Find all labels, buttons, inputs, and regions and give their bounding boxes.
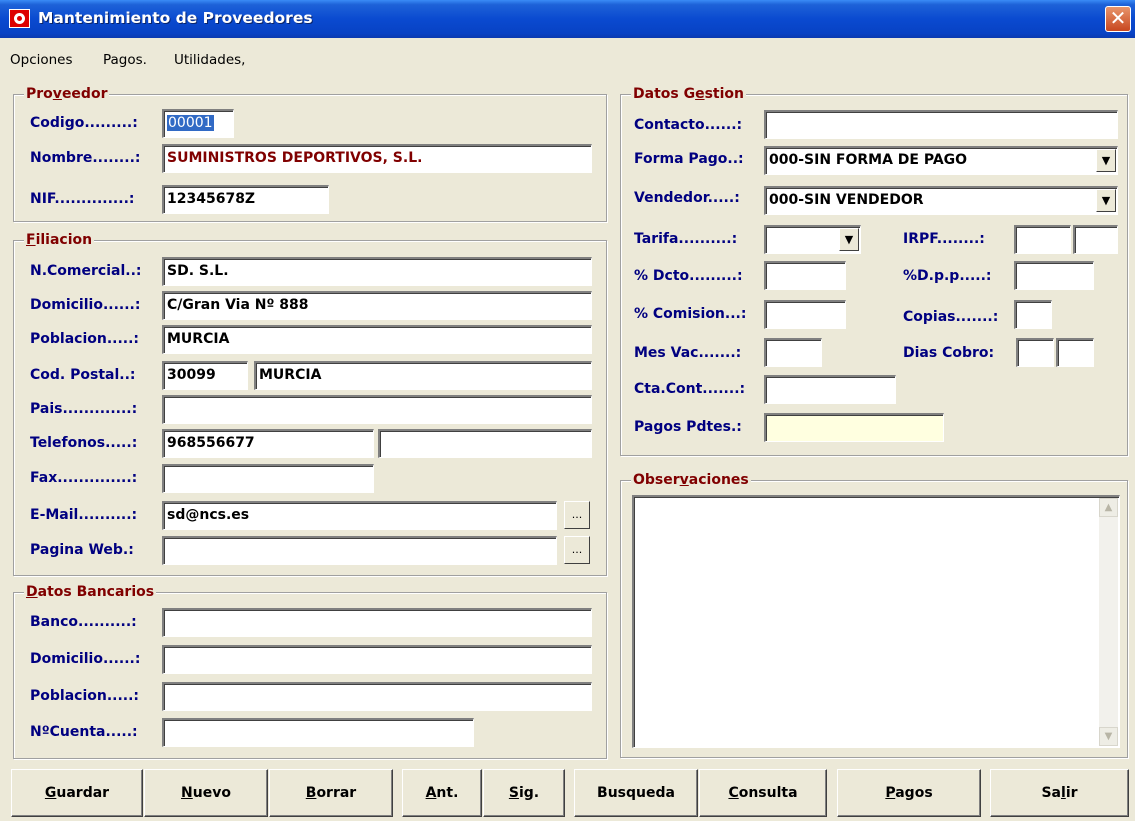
nuevo-button[interactable]: Nuevo: [144, 769, 268, 817]
nif-field[interactable]: 12345678Z: [162, 185, 329, 214]
telefono2-field[interactable]: [378, 429, 592, 458]
codigo-value: 00001: [167, 115, 214, 131]
nombre-label: Nombre........:: [30, 150, 141, 166]
web-field[interactable]: [162, 536, 557, 565]
codpostal-field[interactable]: 30099: [162, 361, 248, 390]
bancarios-legend: Datos Bancarios: [24, 583, 157, 601]
banco-label: Banco..........:: [30, 614, 137, 630]
pais-label: Pais.............:: [30, 401, 138, 417]
poblacion-label: Poblacion.....:: [30, 331, 140, 347]
tarifa-label: Tarifa..........:: [634, 231, 738, 247]
consulta-button[interactable]: Consulta: [699, 769, 827, 817]
comision-label: % Comision...:: [634, 306, 747, 322]
ncomercial-field[interactable]: SD. S.L.: [162, 257, 592, 286]
app-icon: [9, 9, 30, 28]
fax-field[interactable]: [162, 464, 374, 493]
irpf-label: IRPF........:: [903, 231, 985, 247]
domicilio-field[interactable]: C/Gran Via Nº 888: [162, 291, 592, 320]
salir-button[interactable]: Salir: [990, 769, 1129, 817]
mesvac-label: Mes Vac.......:: [634, 345, 742, 361]
pagospdtes-field: [764, 413, 944, 442]
menu-pagos[interactable]: Pagos.: [103, 52, 147, 68]
web-browse-button[interactable]: ...: [564, 536, 590, 564]
banco-poblacion-field[interactable]: [162, 682, 592, 711]
pagos-button[interactable]: Pagos: [837, 769, 981, 817]
menu-opciones[interactable]: Opciones: [10, 52, 73, 68]
comision-field[interactable]: [764, 300, 846, 329]
banco-domicilio-label: Domicilio......:: [30, 651, 141, 667]
window-title: Mantenimiento de Proveedores: [38, 9, 313, 27]
vendedor-dropdown-icon[interactable]: ▼: [1096, 189, 1116, 212]
irpf-field-2[interactable]: [1073, 225, 1118, 254]
domicilio-label: Domicilio......:: [30, 297, 141, 313]
scroll-up-icon[interactable]: ▲: [1099, 498, 1118, 517]
menu-utilidades[interactable]: Utilidades,: [174, 52, 245, 68]
email-label: E-Mail..........:: [30, 507, 138, 523]
banco-poblacion-label: Poblacion.....:: [30, 688, 140, 704]
email-browse-button[interactable]: ...: [564, 501, 590, 529]
email-field[interactable]: sd@ncs.es: [162, 501, 557, 530]
busqueda-button[interactable]: Busqueda: [574, 769, 698, 817]
proveedor-legend: Proveedor: [24, 85, 110, 103]
nombre-field[interactable]: SUMINISTROS DEPORTIVOS, S.L.: [162, 144, 592, 173]
diascobro-field-1[interactable]: [1016, 338, 1054, 367]
vendedor-value: 000-SIN VENDEDOR: [769, 192, 924, 208]
scroll-down-icon[interactable]: ▼: [1099, 727, 1118, 746]
diascobro-label: Dias Cobro:: [903, 345, 995, 361]
telefonos-label: Telefonos.....:: [30, 435, 138, 451]
vendedor-label: Vendedor.....:: [634, 190, 740, 206]
tarifa-select[interactable]: ▼: [764, 225, 861, 254]
codigo-field[interactable]: 00001: [162, 109, 234, 138]
observaciones-scrollbar[interactable]: ▲ ▼: [1099, 498, 1118, 746]
guardar-button[interactable]: Guardar: [11, 769, 143, 817]
irpf-field-1[interactable]: [1014, 225, 1071, 254]
banco-field[interactable]: [162, 608, 592, 637]
mesvac-field[interactable]: [764, 338, 822, 367]
telefono1-field[interactable]: 968556677: [162, 429, 374, 458]
observaciones-legend: Observaciones: [631, 471, 751, 489]
siguiente-button[interactable]: Sig.: [483, 769, 565, 817]
observaciones-textarea[interactable]: ▲ ▼: [632, 495, 1120, 748]
dcto-label: % Dcto.........:: [634, 268, 743, 284]
ctacont-field[interactable]: [764, 375, 896, 404]
formapago-value: 000-SIN FORMA DE PAGO: [769, 152, 968, 168]
copias-label: Copias.......:: [903, 309, 999, 325]
cuenta-label: NºCuenta.....:: [30, 724, 138, 740]
ncomercial-label: N.Comercial..:: [30, 263, 142, 279]
borrar-button[interactable]: Borrar: [269, 769, 393, 817]
vendedor-select[interactable]: 000-SIN VENDEDOR ▼: [764, 186, 1118, 215]
codpostal-city-field[interactable]: MURCIA: [254, 361, 592, 390]
tarifa-dropdown-icon[interactable]: ▼: [839, 228, 859, 251]
title-bar[interactable]: Mantenimiento de Proveedores ✕: [0, 0, 1135, 38]
banco-domicilio-field[interactable]: [162, 645, 592, 674]
anterior-button[interactable]: Ant.: [402, 769, 482, 817]
pais-field[interactable]: [162, 395, 592, 424]
pagospdtes-label: Pagos Pdtes.:: [634, 419, 742, 435]
diascobro-field-2[interactable]: [1056, 338, 1094, 367]
dpp-field[interactable]: [1014, 261, 1094, 290]
formapago-select[interactable]: 000-SIN FORMA DE PAGO ▼: [764, 146, 1118, 175]
filiacion-legend: Filiacion: [24, 231, 95, 249]
web-label: Pagina Web.:: [30, 542, 134, 558]
contacto-field[interactable]: [764, 110, 1118, 139]
cuenta-field[interactable]: [162, 718, 474, 747]
gestion-legend: Datos Gestion: [631, 85, 746, 103]
dpp-label: %D.p.p.....:: [903, 268, 992, 284]
nif-label: NIF..............:: [30, 191, 135, 207]
supplier-maintenance-window: Mantenimiento de Proveedores ✕ Opciones …: [0, 0, 1135, 821]
formapago-dropdown-icon[interactable]: ▼: [1096, 149, 1116, 172]
codigo-label: Codigo.........:: [30, 115, 138, 131]
copias-field[interactable]: [1014, 300, 1052, 329]
codpostal-label: Cod. Postal..:: [30, 367, 136, 383]
close-button[interactable]: ✕: [1105, 6, 1131, 32]
formapago-label: Forma Pago..:: [634, 151, 744, 167]
poblacion-field[interactable]: MURCIA: [162, 325, 592, 354]
fax-label: Fax..............:: [30, 470, 138, 486]
dcto-field[interactable]: [764, 261, 846, 290]
contacto-label: Contacto......:: [634, 117, 743, 133]
ctacont-label: Cta.Cont.......:: [634, 381, 746, 397]
